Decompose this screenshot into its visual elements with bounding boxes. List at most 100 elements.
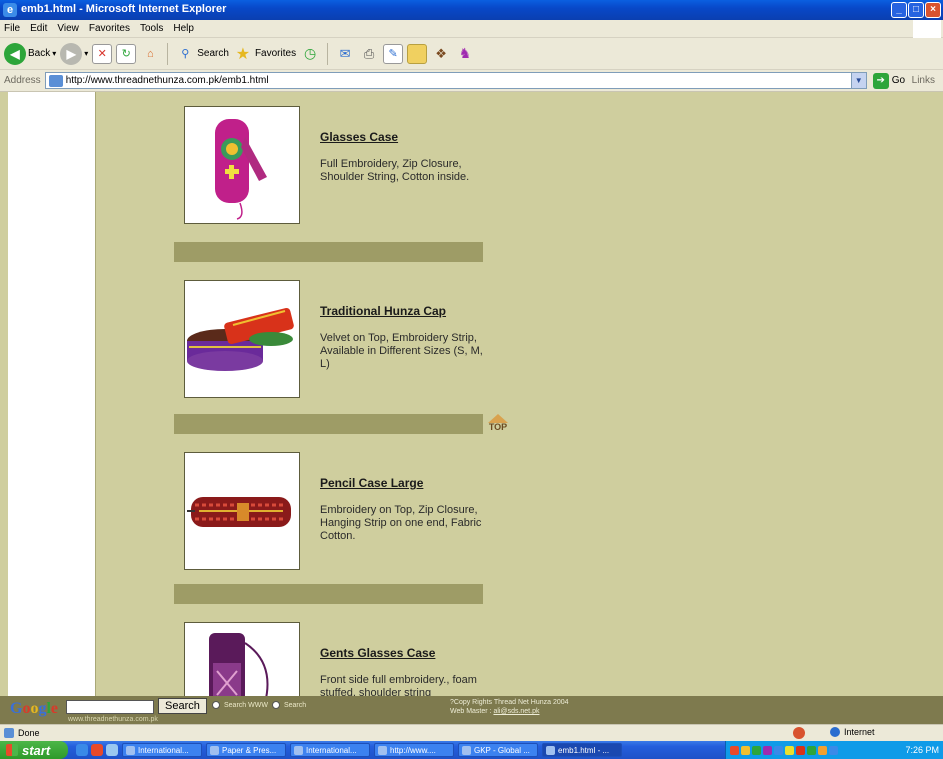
menu-file[interactable]: File xyxy=(4,23,20,34)
tray-icon[interactable] xyxy=(752,745,761,755)
product-image-glasses-case[interactable] xyxy=(184,106,300,224)
address-dropdown-icon[interactable]: ▼ xyxy=(850,73,866,88)
tray-icon[interactable] xyxy=(807,745,816,755)
back-dropdown-icon[interactable]: ▾ xyxy=(52,49,56,58)
copyright: ?Copy Rights Thread Net Hunza 2004 Web M… xyxy=(450,698,569,716)
toolbar-separator xyxy=(167,42,169,65)
system-tray: 7:26 PM xyxy=(725,741,943,759)
taskbar-clock[interactable]: 7:26 PM xyxy=(905,745,939,755)
refresh-icon[interactable]: ↻ xyxy=(116,43,137,64)
window-icon xyxy=(294,745,303,755)
tray-icon[interactable] xyxy=(763,745,772,755)
product-name[interactable]: Pencil Case Large xyxy=(320,476,423,490)
desktop-quicklaunch-icon[interactable] xyxy=(106,744,118,756)
back-button[interactable]: ◀ Back ▾ xyxy=(4,42,56,65)
product-divider xyxy=(174,242,483,262)
back-to-top-link[interactable]: TOP xyxy=(486,414,510,436)
quick-launch xyxy=(76,744,118,756)
product-name[interactable]: Gents Glasses Case xyxy=(320,646,435,660)
menu-help[interactable]: Help xyxy=(173,23,194,34)
taskbar-button-active[interactable]: emb1.html - ... xyxy=(542,743,622,757)
google-logo: Google xyxy=(10,700,59,717)
ie-quicklaunch-icon[interactable] xyxy=(76,744,88,756)
product-divider xyxy=(174,414,483,434)
messenger-icon[interactable]: ♞ xyxy=(455,44,475,64)
page-viewport[interactable]: Glasses Case Full Embroidery, Zip Closur… xyxy=(0,92,943,724)
forward-dropdown-icon[interactable]: ▾ xyxy=(84,49,88,58)
windows-logo-icon xyxy=(913,20,941,38)
star-icon: ★ xyxy=(235,45,251,63)
menu-tools[interactable]: Tools xyxy=(140,23,163,34)
history-icon[interactable]: ◷ xyxy=(300,44,320,64)
taskbar: start International... Paper & Pres... I… xyxy=(0,741,943,759)
address-input[interactable]: http://www.threadnethunza.com.pk/emb1.ht… xyxy=(44,72,867,89)
taskbar-button[interactable]: International... xyxy=(122,743,202,757)
window-title: emb1.html - Microsoft Internet Explorer xyxy=(21,3,227,15)
taskbar-button[interactable]: International... xyxy=(290,743,370,757)
windows-flag-icon xyxy=(6,744,18,756)
popup-blocked-icon[interactable] xyxy=(793,727,805,739)
menu-bar: File Edit View Favorites Tools Help xyxy=(0,20,943,38)
address-bar: Address http://www.threadnethunza.com.pk… xyxy=(0,70,943,92)
product-image-pencil-case[interactable] xyxy=(184,452,300,570)
tray-icon[interactable] xyxy=(796,745,805,755)
toolbar: ◀ Back ▾ ▶ ▾ ✕ ↻ ⌂ ⚲ Search ★ Favorites … xyxy=(0,38,943,70)
media-quicklaunch-icon[interactable] xyxy=(91,744,103,756)
google-search-button[interactable]: Search xyxy=(158,698,207,714)
search-button[interactable]: ⚲ Search xyxy=(175,44,229,64)
sidebar-border xyxy=(95,92,96,724)
taskbar-button[interactable]: GKP - Global ... xyxy=(458,743,538,757)
discuss-icon[interactable] xyxy=(407,43,428,64)
menu-view[interactable]: View xyxy=(57,23,79,34)
window-controls: _ □ × xyxy=(891,2,941,18)
edit-icon[interactable]: ✎ xyxy=(383,43,404,64)
menu-edit[interactable]: Edit xyxy=(30,23,47,34)
taskbar-button[interactable]: Paper & Pres... xyxy=(206,743,286,757)
window-icon xyxy=(126,745,135,755)
favorites-label: Favorites xyxy=(254,48,297,59)
tray-icon[interactable] xyxy=(774,745,783,755)
product-name[interactable]: Glasses Case xyxy=(320,130,398,144)
tray-icon[interactable] xyxy=(741,745,750,755)
tray-icon[interactable] xyxy=(829,745,838,755)
stop-icon[interactable]: ✕ xyxy=(92,43,113,64)
tray-icon[interactable] xyxy=(818,745,827,755)
mail-icon[interactable]: ✉ xyxy=(335,44,355,64)
print-icon[interactable]: ⎙ xyxy=(359,44,379,64)
research-icon[interactable]: ❖ xyxy=(431,44,451,64)
close-button[interactable]: × xyxy=(925,2,941,18)
maximize-button[interactable]: □ xyxy=(908,2,924,18)
site-url: www.threadnethunza.com.pk xyxy=(68,716,158,723)
start-button[interactable]: start xyxy=(0,741,68,759)
minimize-button[interactable]: _ xyxy=(891,2,907,18)
address-url: http://www.threadnethunza.com.pk/emb1.ht… xyxy=(65,75,269,86)
folder-icon xyxy=(210,745,219,755)
product-divider xyxy=(174,584,483,604)
window-titlebar[interactable]: e emb1.html - Microsoft Internet Explore… xyxy=(0,0,943,20)
webmaster-label: Web Master : xyxy=(450,708,492,715)
start-label: start xyxy=(22,742,51,758)
tray-icon[interactable] xyxy=(730,745,739,755)
ie-icon xyxy=(378,745,387,755)
product-name[interactable]: Traditional Hunza Cap xyxy=(320,304,446,318)
security-zone[interactable]: Internet xyxy=(830,727,875,737)
google-search-input[interactable] xyxy=(66,700,154,714)
radio-search-site[interactable] xyxy=(271,701,280,709)
links-button[interactable]: Links xyxy=(912,75,935,86)
webmaster-email-link[interactable]: ali@sds.net.pk xyxy=(493,708,539,715)
left-sidebar xyxy=(8,92,95,724)
radio-search-www[interactable] xyxy=(212,701,220,709)
forward-button[interactable]: ▶ ▾ xyxy=(60,42,88,65)
taskbar-button[interactable]: http://www.... xyxy=(374,743,454,757)
address-label: Address xyxy=(4,75,41,86)
home-icon[interactable]: ⌂ xyxy=(140,44,160,64)
status-text: Done xyxy=(18,728,40,738)
ie-icon xyxy=(462,745,471,755)
tray-icon[interactable] xyxy=(785,745,794,755)
search-icon: ⚲ xyxy=(181,48,190,60)
menu-favorites[interactable]: Favorites xyxy=(89,23,130,34)
top-label: TOP xyxy=(488,422,508,432)
favorites-button[interactable]: ★ Favorites xyxy=(233,44,296,64)
go-button[interactable]: ➔ Go xyxy=(872,72,905,89)
product-image-hunza-cap[interactable] xyxy=(184,280,300,398)
